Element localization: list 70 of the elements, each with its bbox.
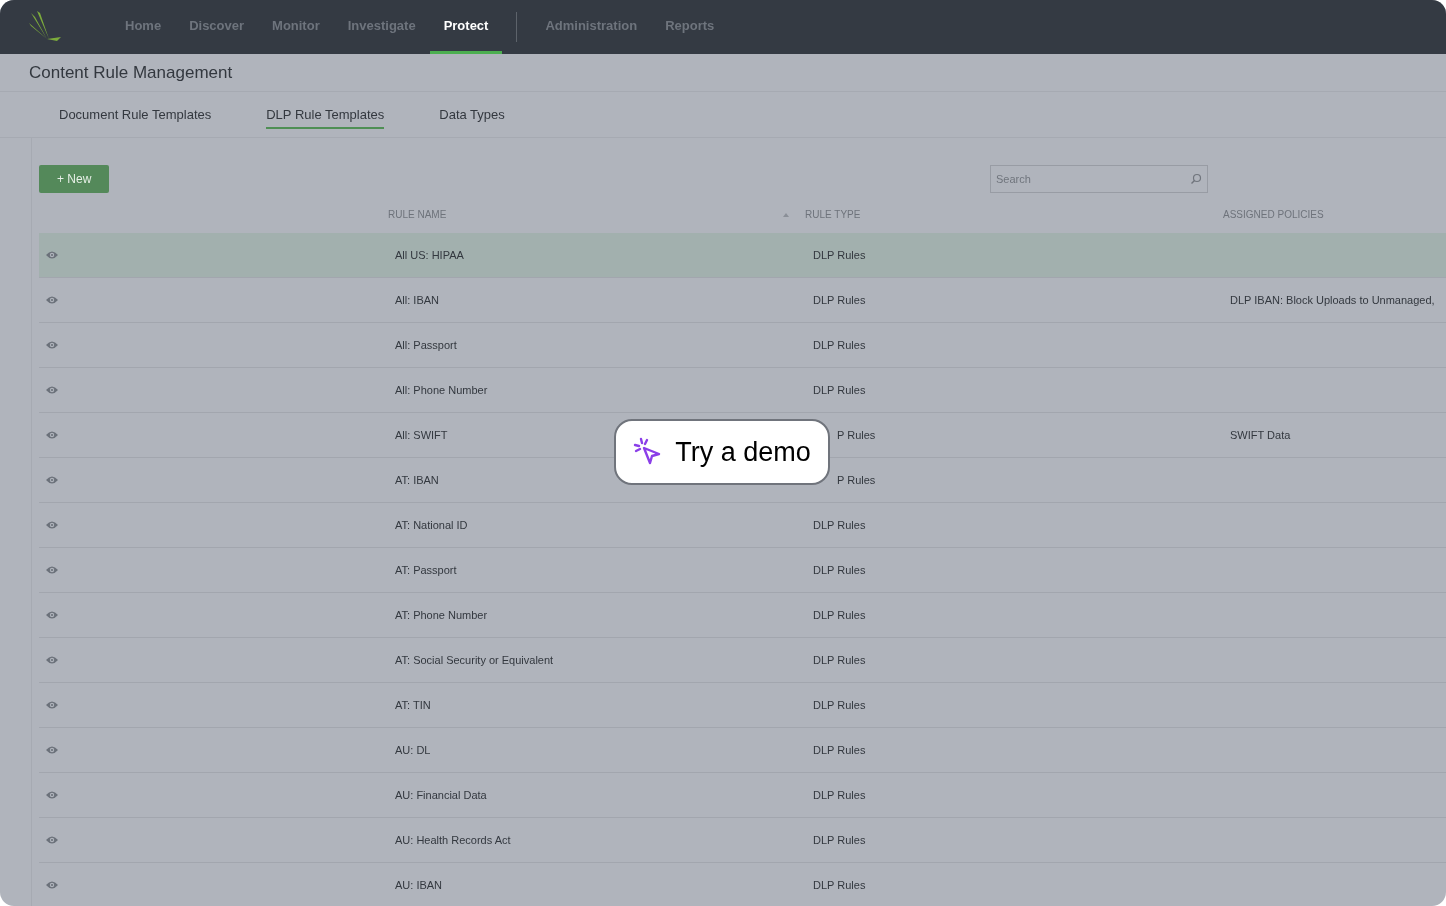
table-cell-text: AT: Phone Number [394, 607, 489, 623]
table-cell-text: AT: Social Security or Equivalent [394, 652, 555, 668]
nav-tab[interactable]: Protect [429, 0, 503, 54]
table-cell-text: All: SWIFT [394, 427, 449, 443]
table-cell-text: AT: Passport [394, 562, 458, 578]
table-row[interactable]: AU: Health Records Act DLP Rules [39, 818, 1446, 863]
search-field[interactable]: Search [990, 165, 1208, 193]
table-cell-text: DLP Rules [812, 652, 867, 668]
table-cell-text: DLP Rules [812, 607, 867, 623]
eye-icon[interactable] [45, 835, 59, 845]
new-button[interactable]: + New [39, 165, 110, 193]
eye-icon[interactable] [45, 565, 59, 575]
eye-icon[interactable] [45, 340, 59, 350]
table-row[interactable]: AU: IBAN DLP Rules [39, 863, 1446, 906]
eye-icon[interactable] [45, 250, 59, 260]
table-cell-text: AT: National ID [394, 517, 469, 533]
eye-icon[interactable] [45, 745, 59, 755]
table-row[interactable]: All: IBAN DLP Rules DLP IBAN: Block Uploads to Unmanaged, [39, 278, 1446, 323]
table-cell-text: DLP IBAN: Block Uploads to Unmanaged, [1229, 292, 1435, 308]
table-cell-text: SWIFT Data [1229, 427, 1291, 443]
table-cell-text: All: Phone Number [394, 382, 489, 398]
tab[interactable]: DLP Rule Templates [266, 99, 385, 130]
table-row[interactable]: AT: Phone Number DLP Rules [39, 593, 1446, 638]
table-cell-text: DLP Rules [812, 517, 867, 533]
eye-icon[interactable] [45, 655, 59, 665]
table-row[interactable]: AT: Passport DLP Rules [39, 548, 1446, 593]
eye-icon[interactable] [45, 790, 59, 800]
table-row[interactable]: All: Passport DLP Rules [39, 323, 1446, 368]
table-cell-text: DLP Rules [812, 742, 867, 758]
eye-icon[interactable] [45, 700, 59, 710]
table-cell-text: All US: HIPAA [394, 247, 465, 263]
table-cell-text: DLP Rules [812, 337, 867, 353]
table-row[interactable]: AU: Financial Data DLP Rules [39, 773, 1446, 818]
sort-icon[interactable] [783, 212, 789, 217]
table-cell-text: DLP Rules [812, 832, 867, 848]
table-cell-text: AU: Financial Data [394, 787, 488, 803]
table-cell-text: DLP Rules [812, 382, 867, 398]
eye-icon[interactable] [45, 475, 59, 485]
table-cell-text: P Rules [836, 427, 877, 443]
table-cell-text: AU: Health Records Act [394, 832, 512, 848]
table-cell-text: DLP Rules [812, 562, 867, 578]
try-demo-button[interactable]: Try a demo [614, 419, 830, 485]
table-row[interactable]: All: Phone Number DLP Rules [39, 368, 1446, 413]
eye-icon[interactable] [45, 610, 59, 620]
table-cell-text: AU: DL [394, 742, 432, 758]
table-cell-text: DLP Rules [812, 247, 867, 263]
table-row[interactable]: AT: Social Security or Equivalent DLP Rules [39, 638, 1446, 683]
eye-icon[interactable] [45, 880, 59, 890]
table-cell-text: DLP Rules [812, 292, 867, 308]
table-row[interactable]: AT: National ID DLP Rules [39, 503, 1446, 548]
table-cell-text: DLP Rules [812, 787, 867, 803]
tab[interactable]: Data Types [439, 99, 505, 130]
table-cell-text: P Rules [836, 472, 877, 488]
table-cell-text: DLP Rules [812, 697, 867, 713]
page-title: Content Rule Management [29, 61, 233, 84]
eye-icon[interactable] [45, 295, 59, 305]
eye-icon[interactable] [45, 520, 59, 530]
table-cell-text: All: IBAN [394, 292, 440, 308]
table-row[interactable]: All US: HIPAA DLP Rules [39, 233, 1446, 278]
table-row[interactable]: AT: TIN DLP Rules [39, 683, 1446, 728]
table-cell-text: AU: IBAN [394, 877, 444, 893]
table-cell-text: AT: TIN [394, 697, 432, 713]
eye-icon[interactable] [45, 385, 59, 395]
table-cell-text: DLP Rules [812, 877, 867, 893]
table-cell-text: All: Passport [394, 337, 458, 353]
eye-icon[interactable] [45, 430, 59, 440]
tab[interactable]: Document Rule Templates [59, 99, 212, 130]
table-cell-text: AT: IBAN [394, 472, 440, 488]
table-row[interactable]: AU: DL DLP Rules [39, 728, 1446, 773]
search-icon[interactable] [1190, 173, 1202, 185]
